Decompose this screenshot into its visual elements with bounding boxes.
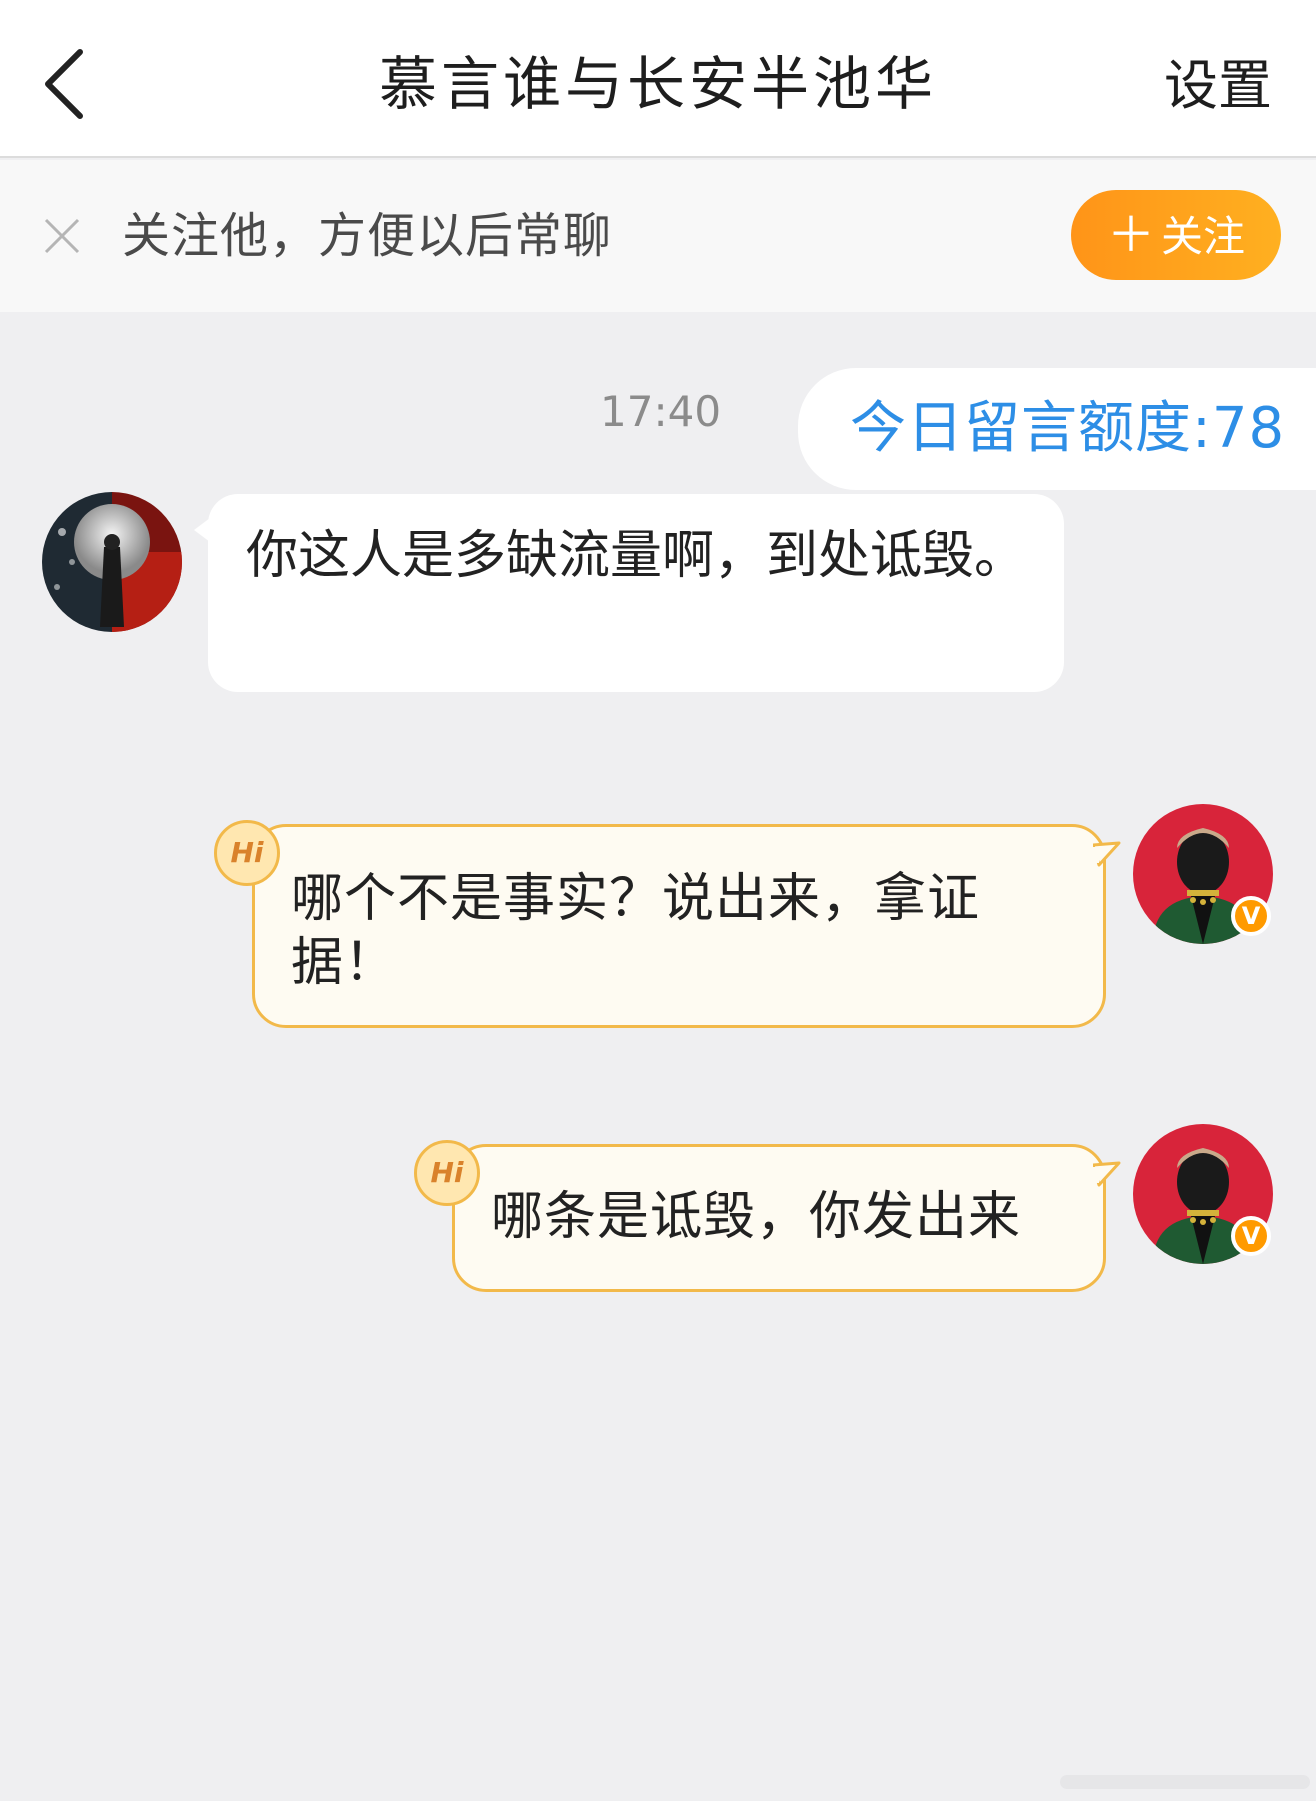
avatar[interactable]	[42, 492, 182, 632]
message-text: 你这人是多缺流量啊，到处诋毁。	[246, 526, 1027, 586]
chat-page: 慕言谁与长安半池华 设置 关注他，方便以后常聊 ＋关注 17:40 今日留言额度…	[0, 0, 1316, 1801]
verified-v-icon: V	[1231, 1216, 1271, 1256]
follow-button-label: 关注	[1161, 212, 1246, 261]
close-icon[interactable]	[40, 214, 84, 258]
verified-v-icon: V	[1231, 896, 1271, 936]
message-quota-badge: 今日留言额度:78	[798, 368, 1316, 490]
message-text: 哪个不是事实？说出来，拿证据！	[291, 869, 981, 993]
watermark-icon	[1060, 1775, 1310, 1789]
page-title: 慕言谁与长安半池华	[378, 50, 937, 118]
hi-badge-icon: Hi	[414, 1140, 480, 1206]
top-nav-bar: 慕言谁与长安半池华 设置	[0, 0, 1316, 158]
hi-badge-icon: Hi	[214, 820, 280, 886]
outgoing-message-bubble[interactable]: 哪个不是事实？说出来，拿证据！	[252, 824, 1121, 1028]
incoming-message-bubble[interactable]: 你这人是多缺流量啊，到处诋毁。	[194, 494, 1064, 692]
bubble-tail-icon	[1093, 1161, 1121, 1187]
follow-hint-text: 关注他，方便以后常聊	[122, 208, 613, 264]
bubble-tail-icon	[1093, 841, 1121, 867]
outgoing-message-bubble[interactable]: 哪条是诋毁，你发出来	[452, 1144, 1121, 1292]
message-timestamp: 17:40	[600, 387, 722, 436]
message-text: 哪条是诋毁，你发出来	[491, 1187, 1022, 1247]
plus-icon: ＋	[1106, 207, 1155, 263]
settings-button[interactable]: 设置	[1164, 46, 1272, 126]
follow-button[interactable]: ＋关注	[1071, 190, 1281, 280]
